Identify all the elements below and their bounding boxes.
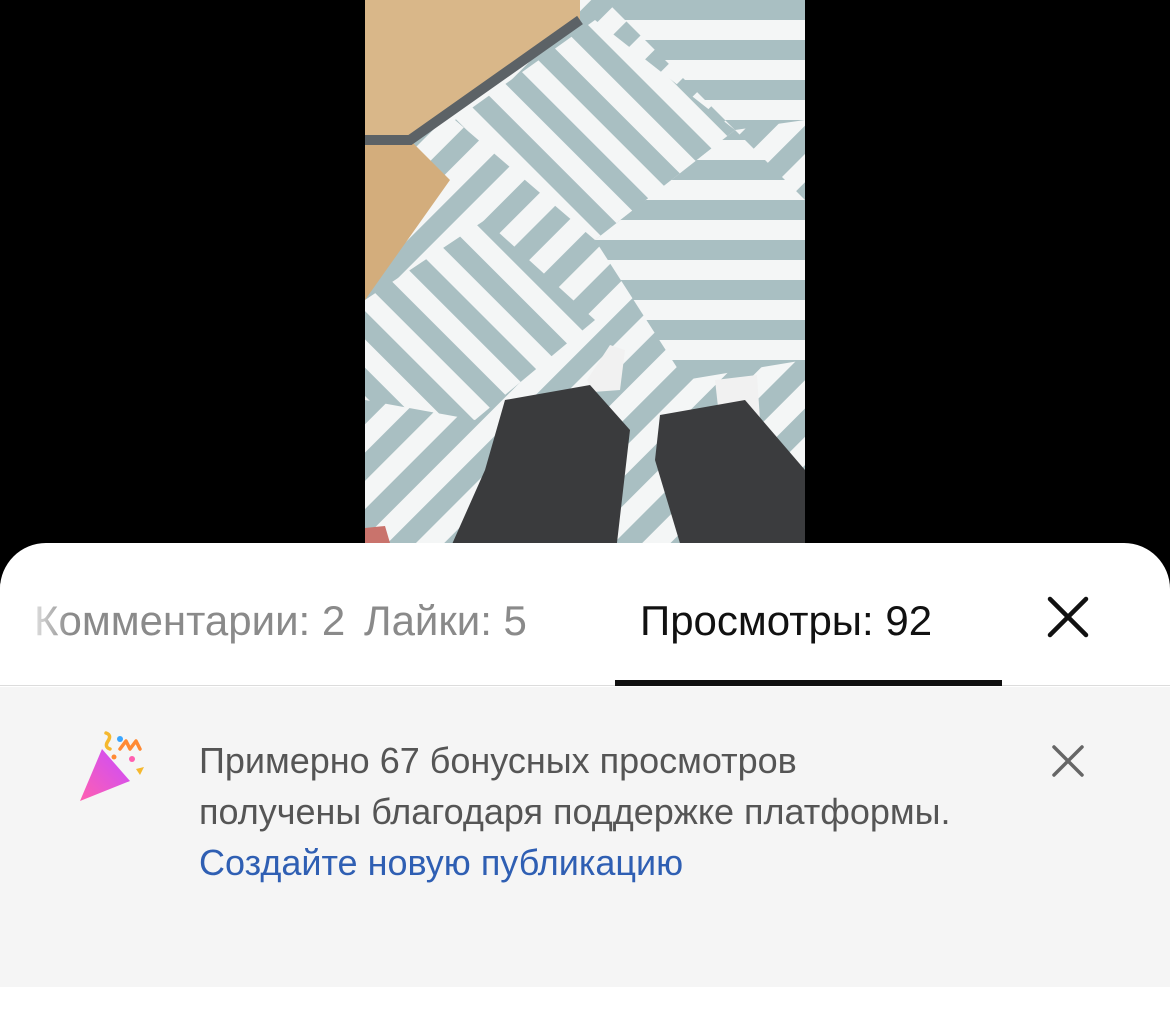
video-preview[interactable] bbox=[365, 0, 805, 560]
tab-comments[interactable]: Комментарии: 2 bbox=[34, 595, 345, 647]
views-bottom-sheet: Комментарии: 2 Лайки: 5 Просмотры: 92 Пр… bbox=[0, 543, 1170, 1014]
tab-bar-fade bbox=[0, 583, 70, 663]
close-icon bbox=[1047, 596, 1089, 638]
tab-bar: Комментарии: 2 Лайки: 5 Просмотры: 92 bbox=[0, 543, 1170, 686]
banner-text: Примерно 67 бонусных просмотров получены… bbox=[199, 740, 951, 832]
close-banner-button[interactable] bbox=[1050, 743, 1086, 779]
close-sheet-button[interactable] bbox=[1044, 593, 1092, 641]
banner-message: Примерно 67 бонусных просмотров получены… bbox=[199, 735, 959, 888]
tab-likes[interactable]: Лайки: 5 bbox=[364, 595, 527, 647]
close-icon bbox=[1052, 745, 1084, 777]
video-background bbox=[0, 0, 1170, 600]
bonus-views-banner: Примерно 67 бонусных просмотров получены… bbox=[0, 687, 1170, 987]
sheet-bottom bbox=[0, 987, 1170, 1014]
party-popper-icon bbox=[76, 727, 160, 807]
video-frame-image bbox=[365, 0, 805, 560]
create-post-link[interactable]: Создайте новую публикацию bbox=[199, 842, 683, 883]
active-tab-indicator bbox=[615, 680, 1002, 686]
tab-views[interactable]: Просмотры: 92 bbox=[640, 595, 932, 647]
